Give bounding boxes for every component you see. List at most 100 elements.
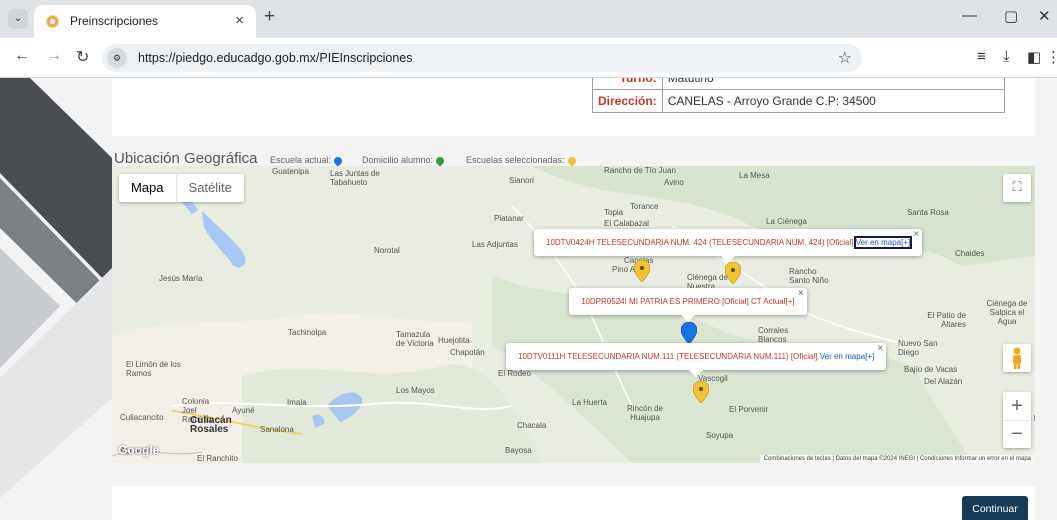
place-label: Del Alazán [924,377,963,386]
place-label: Sanalona [260,425,294,434]
reading-list-icon[interactable]: ≡ [977,48,986,65]
window-close-icon[interactable]: ✕ [1038,7,1051,25]
green-pin-icon [434,154,446,167]
browser-tab[interactable]: Preinscripciones × [34,5,256,38]
direccion-label: Dirección: [592,89,663,113]
menu-kebab-icon[interactable]: ⋮ [1046,48,1057,66]
turno-value: Matutino [661,78,1005,90]
table-row: Turno: Matutino [592,78,1005,90]
info-window-close-icon[interactable]: × [877,335,883,362]
site-info-icon[interactable]: ⚙ [107,48,127,68]
info-window-telesecundaria-424: 10DTV0424H TELESECUNDARIA NUM. 424 (TELE… [534,229,923,263]
legend-selected-schools: Escuelas seleccionadas: [466,154,578,167]
legend-current-label: Escuela actual: [270,155,332,165]
legend-home-label: Domicilio alumno: [362,155,434,165]
blue-pin-icon [332,154,344,167]
info-window-text: 10DPR0524I MI PATRIA ES PRIMERO [Oficial… [581,297,795,306]
info-window-telesecundaria-111: 10DTV0111H TELESECUNDARIA NUM.111 (TELES… [506,343,887,377]
place-label: El Calabazal [604,219,649,228]
download-icon[interactable]: ⤓ [1003,48,1010,65]
city-label-culiacan: Culiacán Rosales [190,415,232,435]
place-label: Las Adjuntas [472,240,518,249]
bookmark-star-icon[interactable]: ☆ [838,48,852,68]
place-label: Platanar [494,214,524,223]
place-label: Avino [664,178,684,187]
place-label: El Ranchito [197,454,238,463]
reload-icon[interactable]: ↻ [76,47,89,67]
new-tab-icon[interactable]: + [264,6,275,28]
info-window-mi-patria: 10DPR0524I MI PATRIA ES PRIMERO [Oficial… [569,288,807,322]
selected-school-marker-icon[interactable] [725,262,741,284]
place-label: Rancho Santo Niño [789,267,829,285]
place-label: Santa Rosa [907,208,949,217]
zoom-control: + − [1003,392,1031,448]
map-attribution[interactable]: Combinaciones de teclas | Datos del mapa… [759,455,1035,463]
address-bar[interactable]: ⚙ https://piedgo.educadgo.gob.mx/PIEInsc… [102,44,862,72]
back-arrow-icon[interactable]: ← [14,47,30,65]
place-label: Bayosa [505,446,532,455]
tab-title: Preinscripciones [70,14,159,28]
place-label: Sianori [509,176,534,185]
place-label: Rincón de Huajupa [626,404,664,422]
place-label: Topia [604,208,624,217]
place-label: La Mesa [739,171,770,180]
side-panel-icon[interactable]: ◧ [1027,48,1041,66]
place-label: Ciénega de Salpica el Agua [986,299,1028,326]
info-window-tail [721,256,736,263]
direccion-value: CANELAS - Arroyo Grande C.P: 34500 [661,89,1005,113]
info-window-tail [680,315,695,322]
yellow-pin-icon [565,154,578,167]
browser-toolbar: ← → ↻ ⚙ https://piedgo.educadgo.gob.mx/P… [0,38,1057,78]
fullscreen-icon[interactable]: ⛶ [1003,174,1031,202]
zoom-out-button[interactable]: − [1003,420,1031,448]
place-label: Imala [287,398,307,407]
selected-school-marker-icon[interactable] [634,260,650,282]
tab-strip: ⌄ Preinscripciones × + — ▢ ✕ [0,0,1057,38]
tab-search-chevron-icon[interactable]: ⌄ [8,9,28,29]
geo-title: Ubicación Geográfica [114,150,258,167]
action-panel [112,486,1035,520]
tab-close-icon[interactable]: × [235,12,244,29]
forward-arrow-icon[interactable]: → [46,47,62,65]
place-label: Los Mayos [396,386,435,395]
maximize-icon[interactable]: ▢ [1004,7,1018,25]
info-window-text: 10DTV0424H TELESECUNDARIA NUM. 424 (TELE… [546,238,854,247]
place-label: El Rodeo [498,369,531,378]
place-label: Nuevo San Diego [898,339,938,357]
info-window-close-icon[interactable]: × [913,221,919,248]
place-label: Jesús María [159,274,203,283]
selected-school-marker-icon[interactable] [693,381,709,403]
place-label: Tamazula de Victoria [396,330,434,348]
street-view-pegman-icon[interactable] [1003,344,1031,372]
place-label: Torance [630,202,659,211]
continue-button[interactable]: Continuar [962,496,1028,520]
map-type-control: Mapa Satélite [119,174,244,202]
google-map[interactable]: Mapa Satélite Guatenipa Las Juntas de Ta… [112,166,1035,463]
place-label: Norotal [374,246,400,255]
place-label: El Porvenir [729,405,769,414]
minimize-icon[interactable]: — [962,7,977,24]
place-label: Bajío de Vacas [904,365,958,374]
legend-selected-label: Escuelas seleccionadas: [466,155,565,165]
place-label: El Patio de Altares [927,311,966,329]
info-window-tail [689,370,704,377]
url-text[interactable]: https://piedgo.educadgo.gob.mx/PIEInscri… [138,51,412,65]
ver-en-mapa-link[interactable]: Ver en mapa[+] [820,352,874,361]
info-window-close-icon[interactable]: × [798,280,804,307]
legend-student-home: Domicilio alumno: [362,154,446,167]
ver-en-mapa-link[interactable]: Ver en mapa[+] [853,236,913,249]
turno-label: Turno: [592,78,663,90]
place-label: La Ciénega [766,217,807,226]
place-label: Guatenipa [272,167,309,176]
map-type-map-button[interactable]: Mapa [119,174,176,202]
map-type-satellite-button[interactable]: Satélite [175,174,244,202]
place-label: Culiacancito [120,413,164,422]
zoom-in-button[interactable]: + [1003,392,1031,420]
place-label: Chaides [955,249,985,258]
place-label: Ayuné [232,406,255,415]
place-label: Las Juntas de Tabahueto [330,169,380,187]
place-label: Chapotán [450,348,485,357]
place-label: Rancho de Tío Juan [604,166,676,175]
page-content: Turno: Matutino Dirección: CANELAS - Arr… [0,78,1057,520]
current-school-marker-icon[interactable] [681,322,697,344]
